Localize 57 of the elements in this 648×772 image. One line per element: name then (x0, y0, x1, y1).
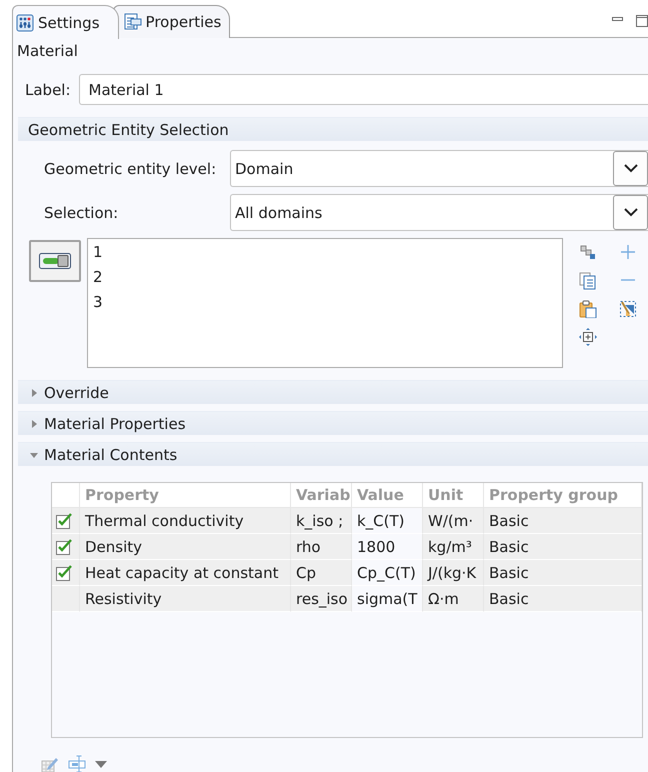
list-item[interactable]: 3 (93, 293, 557, 313)
dropdown[interactable]: Domain (230, 150, 648, 187)
zoom-to-selection-icon[interactable] (579, 328, 597, 346)
field-label: Geometric entity level: (44, 160, 218, 178)
table-cell: k_iso ; (291, 508, 352, 534)
insert-icon[interactable] (68, 755, 86, 772)
table-cell: Basic (484, 560, 642, 586)
table-cell: Basic (484, 534, 642, 560)
table-cell: Ω·m (423, 586, 484, 612)
tab[interactable]: Properties (112, 5, 230, 38)
table-cell: Density (80, 534, 291, 560)
table-cell: Cp (291, 560, 352, 586)
table-cell: res_iso (291, 586, 352, 612)
maximize-icon[interactable] (636, 15, 648, 27)
clear-selection-icon[interactable] (619, 300, 637, 318)
list-item[interactable]: 1 (93, 243, 557, 263)
table-cell: Resistivity (80, 586, 291, 612)
caret-icon (624, 208, 638, 217)
checkbox[interactable] (55, 564, 73, 582)
table-cell: kg/m³ (423, 534, 484, 560)
toggle-on-icon (39, 252, 71, 270)
table-cell: Heat capacity at constant (80, 560, 291, 586)
paste-icon[interactable] (579, 300, 597, 318)
selection-list[interactable]: 1 2 3 (87, 238, 563, 368)
text-field[interactable]: Material 1 (78, 74, 648, 105)
list-item[interactable]: 2 (93, 268, 557, 288)
table-cell: Thermal conductivity (80, 508, 291, 534)
dropdown-button[interactable] (613, 151, 648, 186)
caret-icon (624, 164, 638, 173)
minimize-icon[interactable] (612, 15, 624, 23)
table-cell: sigma(T (352, 586, 423, 612)
table-cell: W/(m· (423, 508, 484, 534)
table-cell: rho (291, 534, 352, 560)
table-cell: 1800 (352, 534, 423, 560)
dropdown-button[interactable] (613, 195, 648, 230)
section-header[interactable]: Override (18, 380, 648, 404)
table-cell: k_C(T) (352, 508, 423, 534)
table-cell: Basic (484, 508, 642, 534)
section-header[interactable]: Geometric Entity Selection (18, 117, 648, 141)
section-header[interactable]: Material Contents (18, 442, 648, 466)
table-cell: Cp_C(T) (352, 560, 423, 586)
checkbox[interactable] (55, 538, 73, 556)
section-header[interactable]: Material Properties (18, 411, 648, 435)
checkbox[interactable] (55, 512, 73, 530)
table-cell: J/(kg·K (423, 560, 484, 586)
panel-title: Material (16, 41, 79, 62)
dropdown[interactable]: All domains (230, 194, 648, 231)
field-label: Label: (25, 80, 71, 98)
caret-icon[interactable] (95, 760, 107, 768)
table-cell: Basic (484, 586, 642, 612)
settings-icon (16, 14, 34, 32)
entities-icon[interactable] (579, 244, 597, 262)
toggle-button[interactable] (29, 240, 81, 282)
properties-icon (124, 13, 142, 31)
copy-icon[interactable] (579, 272, 597, 290)
tab[interactable]: Settings (12, 5, 119, 39)
field-label: Selection: (44, 204, 120, 222)
